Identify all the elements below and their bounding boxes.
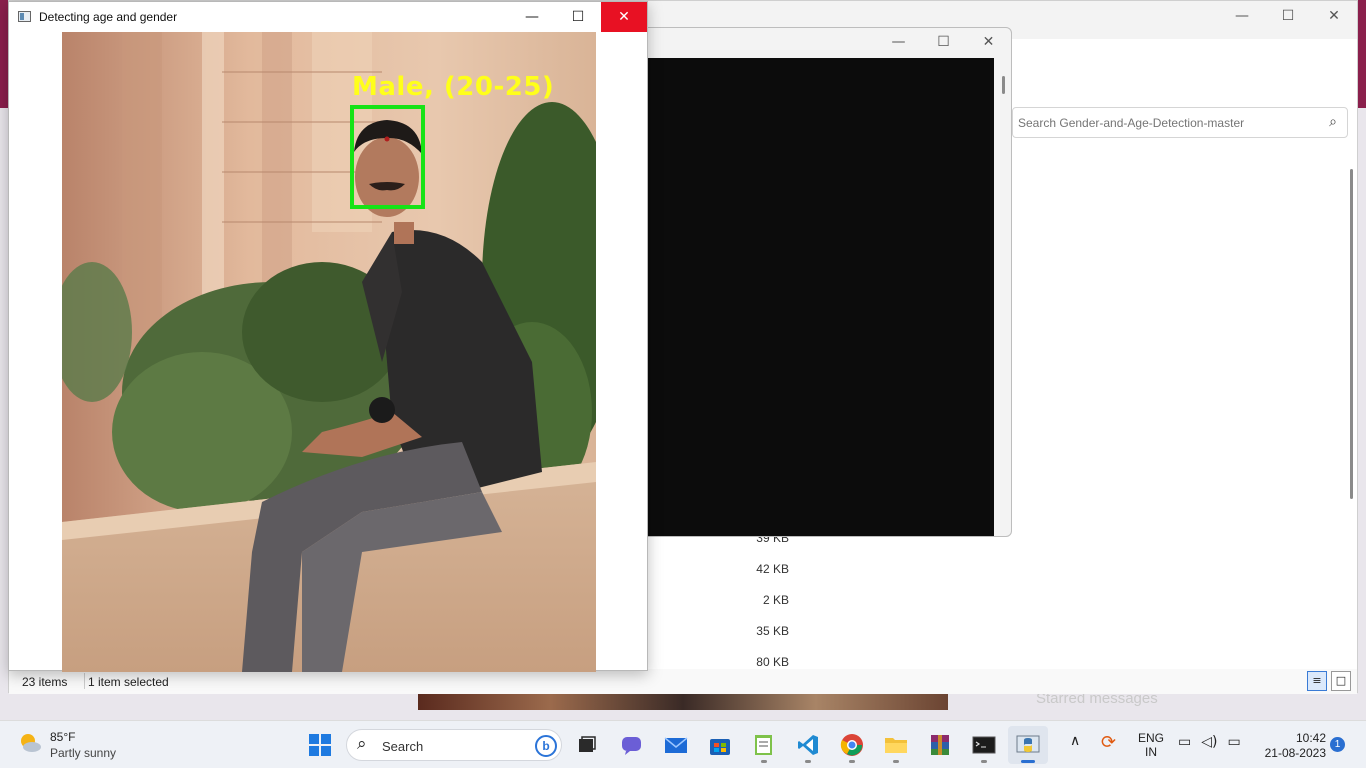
photo-illustration [62,32,596,672]
notification-badge[interactable]: 1 [1330,737,1345,752]
running-indicator [1021,760,1035,763]
taskbar-search-label: Search [382,739,424,754]
volume-icon[interactable]: ◁) [1201,734,1217,768]
teams-chat-button[interactable] [612,726,652,764]
winrar-button[interactable] [920,726,960,764]
detection-label: Male, (20-25) [352,72,555,102]
terminal-icon [972,736,996,754]
selection-count: 1 item selected [88,675,169,689]
start-button[interactable] [300,726,340,764]
mail-button[interactable] [656,726,696,764]
chrome-button[interactable] [832,726,872,764]
clock-time: 10:42 [1295,731,1326,745]
weather-temperature: 85°F [50,730,76,744]
clock[interactable]: 10:42 21-08-2023 [1256,731,1326,768]
face-detection-box [350,105,425,209]
weather-description: Partly sunny [50,746,117,760]
clock-date: 21-08-2023 [1264,746,1326,760]
task-view-icon [579,736,596,752]
vscode-button[interactable] [788,726,828,764]
search-icon[interactable]: ⌕ [1329,114,1337,130]
window-title: Detecting age and gender [39,10,178,24]
python-button[interactable] [1008,726,1048,764]
detection-window: Detecting age and gender — ☐ ✕ Male, (20… [8,1,648,672]
view-toggle: ≡ □ [1307,671,1351,691]
battery-icon[interactable]: ▭ [1227,734,1240,768]
console-scrollbar[interactable] [1002,76,1005,94]
notepad-button[interactable] [744,726,784,764]
sync-icon[interactable]: ⟳ [1101,732,1116,768]
language-code: ENG [1137,731,1164,745]
maximize-button[interactable]: ☐ [1265,1,1311,31]
file-size-cell: 35 KB [756,624,789,638]
store-icon [710,739,730,755]
item-count: 23 items [22,675,68,689]
console-window-controls: — ☐ ✕ [876,28,1011,57]
language-indicator[interactable]: ENG IN [1136,731,1166,768]
file-size-column: 39 KB 42 KB 2 KB 35 KB 80 KB [709,531,789,686]
notepad-icon [755,735,772,755]
file-size-cell: 2 KB [762,593,789,607]
explorer-search-input[interactable] [1013,108,1303,137]
bing-icon[interactable]: b [535,735,557,757]
close-button[interactable]: ✕ [601,2,647,32]
taskbar: 85°F Partly sunny ⌕ Search b ∧ ⟳ ENG IN … [0,720,1366,768]
search-icon: ⌕ [357,734,367,754]
console-window: — ☐ ✕ [640,27,1012,537]
store-button[interactable] [700,726,740,764]
network-icon[interactable]: ▭ [1178,734,1191,768]
file-explorer-icon [885,738,907,753]
minimize-button[interactable]: — [1219,1,1265,31]
file-explorer-button[interactable] [876,726,916,764]
window-app-icon [18,11,31,22]
system-tray-icons[interactable]: ▭ ◁) ▭ [1178,734,1241,768]
minimize-button[interactable]: — [509,2,555,32]
running-indicator [849,760,855,763]
running-indicator [981,760,987,763]
explorer-window-controls: — ☐ ✕ [1219,1,1357,31]
console-output-area[interactable] [641,58,994,536]
running-indicator [805,760,811,763]
close-button[interactable]: ✕ [966,28,1011,57]
minimize-button[interactable]: — [876,28,921,57]
explorer-search-box[interactable]: ⌕ [1012,107,1348,138]
running-indicator [761,760,767,763]
teams-chat-icon [622,737,641,755]
running-indicator [893,760,899,763]
status-divider [84,673,85,689]
winrar-icon [931,735,949,755]
task-view-button[interactable] [567,726,607,764]
detection-titlebar: Detecting age and gender — ☐ ✕ [9,2,647,32]
weather-widget[interactable]: 85°F Partly sunny [12,727,132,763]
detection-window-controls: — ☐ ✕ [509,2,647,32]
partly-sunny-icon [21,734,41,752]
mail-icon [664,737,688,753]
maximize-button[interactable]: ☐ [921,28,966,57]
details-view-icon[interactable]: ≡ [1307,671,1327,691]
chrome-icon [840,734,863,756]
file-size-cell: 42 KB [756,562,789,576]
region-code: IN [1145,745,1157,759]
show-hidden-icons-chevron-icon[interactable]: ∧ [1070,733,1080,768]
large-icons-view-icon[interactable]: □ [1331,671,1351,691]
vscode-icon [798,735,818,755]
detection-photo [62,32,596,672]
close-button[interactable]: ✕ [1311,1,1357,31]
start-icon [309,734,331,756]
terminal-button[interactable] [964,726,1004,764]
explorer-scrollbar[interactable] [1350,169,1353,499]
python-icon [1016,735,1040,753]
maximize-button[interactable]: ☐ [555,2,601,32]
taskbar-search[interactable]: ⌕ Search b [346,729,562,761]
explorer-status-bar: 23 items 1 item selected ≡ □ [9,669,1357,694]
